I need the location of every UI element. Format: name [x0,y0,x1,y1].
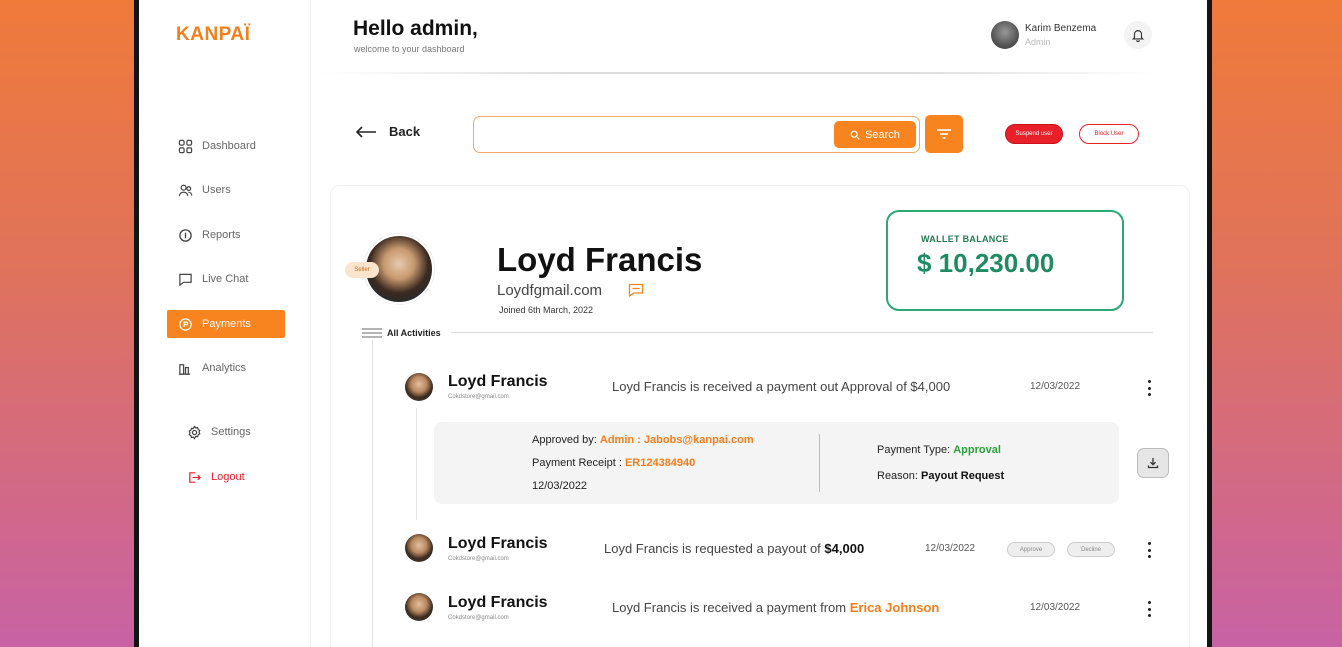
profile-email: Loydfgmail.com [497,282,603,299]
search-icon [850,130,860,140]
menu-icon [362,328,382,338]
message-icon[interactable] [628,283,644,302]
wallet-label: WALLET BALANCE [921,234,1009,244]
avatar[interactable] [991,21,1019,49]
sidebar-item-label: Settings [211,426,251,438]
timeline-line [372,340,373,647]
payout-amount: $4,000 [824,541,865,556]
approved-by: Approved by: Admin : Jabobs@kanpai.com [532,434,754,446]
more-options-icon[interactable] [1146,380,1152,396]
activity-user-email: Cokdstore@gmail.com [448,394,509,400]
back-label: Back [389,124,421,139]
gear-icon [188,424,201,440]
filter-button[interactable] [925,115,963,153]
back-button[interactable]: Back [355,124,420,139]
activities-heading: All Activities [362,327,441,339]
search-bar: Search [473,116,920,153]
activities-label: All Activities [387,328,441,338]
wallet-balance-card: WALLET BALANCE $ 10,230.00 [886,210,1124,311]
sidebar-item-analytics[interactable]: Analytics [167,354,285,382]
block-user-button[interactable]: Block User [1079,124,1139,144]
app-screen: KANPAÏ Dashboard Users Reports Live Chat… [139,0,1207,647]
activity-user-name: Loyd Francis [448,373,548,390]
detail-date: 12/03/2022 [532,480,588,492]
payment-reason: Reason: Payout Request [877,470,1005,482]
search-button[interactable]: Search [834,121,916,148]
approved-by-value: Admin : Jabobs@kanpai.com [599,434,754,446]
sidebar-item-label: Reports [202,229,241,241]
info-icon [179,228,192,242]
sidebar-item-label: Payments [202,318,251,330]
activity-avatar [405,373,433,401]
page-title: Hello admin, [353,17,478,40]
notification-button[interactable] [1124,21,1152,49]
logout-icon [189,471,201,483]
sidebar-item-logout[interactable]: Logout [176,463,294,491]
sidebar-item-label: Live Chat [202,273,249,285]
payment-sender[interactable]: Erica Johnson [850,600,940,615]
download-icon [1147,458,1159,469]
decline-button[interactable]: Decline [1067,542,1115,557]
app-logo: KANPAÏ [176,24,251,45]
profile-joined-date: Joined 6th March, 2022 [499,305,594,315]
payment-type: Payment Type: Approval [877,444,1001,456]
approve-button[interactable]: Approve [1007,542,1055,557]
search-input[interactable] [482,123,822,147]
page-subtitle: welcome to your dashboard [354,44,465,54]
payment-type-value: Approval [953,444,1001,456]
filter-icon [937,129,951,139]
sidebar-item-settings[interactable]: Settings [176,418,294,446]
chat-icon [179,273,192,286]
timeline-line [416,408,417,520]
sidebar-item-dashboard[interactable]: Dashboard [167,132,285,160]
users-icon [178,184,193,196]
activity-user-email: Cokdstore@gmail.com [448,556,509,562]
payment-receipt-value[interactable]: ER124384940 [625,457,695,469]
download-button[interactable] [1137,448,1169,478]
activity-description: Loyd Francis is requested a payout of $4… [604,541,865,556]
status-badge: Seller [345,262,379,278]
grid-icon [178,139,193,153]
activity-description: Loyd Francis is received a payment from … [612,600,940,615]
bell-icon [1131,30,1145,42]
sidebar-item-label: Dashboard [202,140,256,152]
activities-divider [451,332,1153,333]
user-name: Karim Benzema [1025,23,1097,34]
sidebar: KANPAÏ Dashboard Users Reports Live Chat… [139,0,311,647]
more-options-icon[interactable] [1146,542,1152,558]
activity-description: Loyd Francis is received a payment out A… [612,379,951,394]
device-frame-right [1207,0,1212,647]
payment-receipt: Payment Receipt : ER124384940 [532,457,696,469]
activity-user-email: Cokdstore@gmail.com [448,615,509,621]
user-role: Admin [1025,37,1051,47]
activity-date: 12/03/2022 [925,543,976,554]
activity-user-name: Loyd Francis [448,594,548,611]
suspend-user-button[interactable]: Suspend user [1005,124,1063,144]
activity-detail-panel: Approved by: Admin : Jabobs@kanpai.com P… [434,422,1119,504]
profile-name: Loyd Francis [497,241,703,278]
payment-icon [179,317,192,331]
sidebar-item-label: Logout [211,471,245,483]
sidebar-item-label: Analytics [202,362,247,374]
arrow-left-icon [355,125,376,138]
detail-divider [819,434,820,492]
sidebar-item-users[interactable]: Users [167,176,285,204]
sidebar-item-label: Users [202,184,231,196]
sidebar-item-payments[interactable]: Payments [167,310,285,338]
header-divider [319,72,1159,74]
activity-avatar [405,534,433,562]
sidebar-item-reports[interactable]: Reports [167,221,285,249]
analytics-icon [178,363,191,375]
activity-date: 12/03/2022 [1030,381,1081,392]
wallet-amount: $ 10,230.00 [917,248,1055,278]
search-button-label: Search [865,128,900,141]
activity-user-name: Loyd Francis [448,535,548,552]
payment-reason-value: Payout Request [921,470,1005,482]
more-options-icon[interactable] [1146,601,1152,617]
activity-avatar [405,593,433,621]
sidebar-item-live-chat[interactable]: Live Chat [167,265,285,293]
activity-date: 12/03/2022 [1030,602,1081,613]
